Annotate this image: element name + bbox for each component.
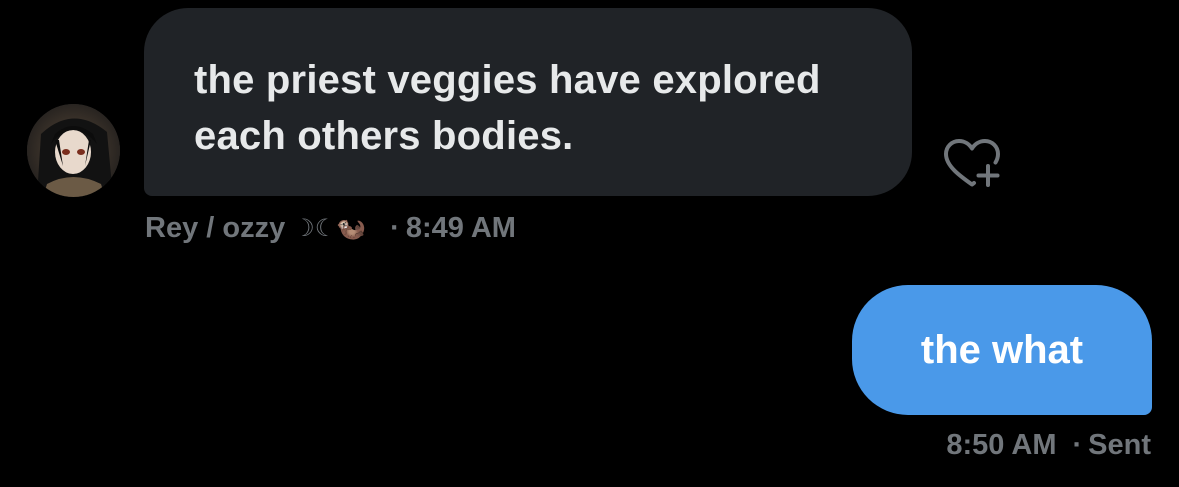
sender-emoji-text: ☽☾🦦 (293, 214, 367, 242)
heart-plus-icon (944, 139, 1000, 187)
sender-name[interactable]: Rey / ozzy (145, 212, 285, 245)
outgoing-message-meta: 8:50 AM · Sent (946, 425, 1151, 465)
add-reaction-button[interactable] (942, 138, 1002, 190)
outgoing-message-text: the what (920, 327, 1084, 372)
sender-name-emoji: ☽☾🦦 (293, 214, 366, 243)
incoming-message-meta: Rey / ozzy ☽☾🦦 · 8:49 AM (145, 208, 516, 248)
sender-avatar[interactable] (27, 104, 120, 197)
incoming-message-bubble[interactable]: the priest veggies have explored each ot… (144, 8, 912, 196)
meta-separator: · (390, 211, 400, 244)
delivery-status: Sent (1088, 428, 1151, 461)
incoming-message-text: the priest veggies have explored each ot… (194, 58, 821, 158)
outgoing-message-bubble[interactable]: the what (852, 285, 1152, 415)
meta-separator: · (1072, 428, 1083, 461)
incoming-timestamp: 8:49 AM (405, 211, 516, 244)
outgoing-timestamp: 8:50 AM (946, 428, 1057, 461)
